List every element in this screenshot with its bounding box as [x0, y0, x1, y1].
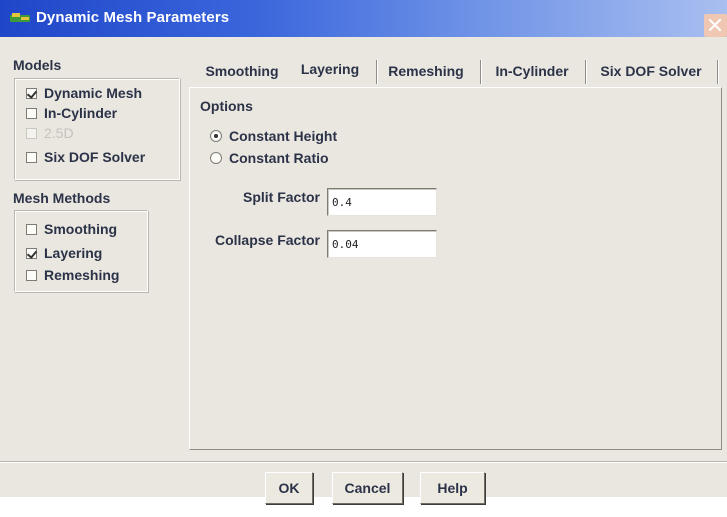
checkbox-label: Remeshing	[44, 267, 120, 283]
checkbox-box[interactable]	[26, 223, 37, 235]
split-factor-label: Split Factor	[242, 189, 320, 205]
checkbox-label: Six DOF Solver	[44, 149, 146, 165]
window-title: Dynamic Mesh Parameters	[36, 9, 230, 26]
checkbox-box[interactable]	[26, 87, 37, 99]
checkbox-label: Dynamic Mesh	[44, 85, 143, 101]
checkbox-box[interactable]	[26, 269, 37, 281]
title-bar[interactable]: Dynamic Mesh Parameters	[0, 0, 727, 37]
close-icon[interactable]	[704, 14, 727, 37]
checkbox-layering[interactable]: Layering	[26, 243, 102, 263]
help-button[interactable]: Help	[420, 472, 485, 504]
checkbox-box	[26, 127, 37, 139]
split-factor-input[interactable]	[327, 188, 437, 216]
options-label: Options	[200, 98, 253, 114]
checkbox-label: In-Cylinder	[44, 105, 118, 121]
mesh-methods-label: Mesh Methods	[13, 190, 111, 206]
collapse-factor-label: Collapse Factor	[214, 232, 320, 248]
checkbox-smoothing[interactable]: Smoothing	[26, 219, 117, 239]
tab-separator	[480, 60, 481, 84]
tab-separator	[585, 60, 586, 84]
cancel-button[interactable]: Cancel	[332, 472, 403, 504]
models-label: Models	[13, 57, 62, 73]
radio-label: Constant Ratio	[229, 150, 329, 166]
checkbox-label: Smoothing	[44, 221, 118, 237]
layering-panel: Options Constant Height Constant Ratio S…	[189, 87, 722, 450]
dynamic-mesh-dialog: Dynamic Mesh Parameters Models Dynamic M…	[0, 0, 727, 504]
background-margin	[0, 506, 727, 517]
footer-divider	[0, 461, 727, 462]
radio-constant-ratio[interactable]: Constant Ratio	[210, 148, 329, 168]
radio-label: Constant Height	[229, 128, 338, 144]
checkbox-box[interactable]	[26, 151, 37, 163]
mesh-methods-group: Smoothing Layering Remeshing	[14, 210, 148, 292]
checkbox-remeshing[interactable]: Remeshing	[26, 265, 119, 285]
tab-remeshing[interactable]: Remeshing	[380, 58, 472, 86]
radio-constant-height[interactable]: Constant Height	[210, 126, 337, 146]
tab-in-cylinder[interactable]: In-Cylinder	[484, 58, 580, 86]
checkbox-box[interactable]	[26, 107, 37, 119]
tab-smoothing[interactable]: Smoothing	[198, 58, 286, 86]
collapse-factor-input[interactable]	[327, 230, 437, 258]
checkbox-label: 2.5D	[44, 125, 74, 141]
models-group: Dynamic Mesh In-Cylinder 2.5D Six DOF So…	[14, 78, 180, 180]
checkbox-six-dof-solver[interactable]: Six DOF Solver	[26, 147, 145, 167]
tab-layering[interactable]: Layering	[292, 54, 368, 86]
radio-button[interactable]	[210, 152, 222, 164]
checkbox-2-5d: 2.5D	[26, 123, 74, 143]
checkbox-dynamic-mesh[interactable]: Dynamic Mesh	[26, 83, 142, 103]
ok-button[interactable]: OK	[265, 472, 313, 504]
app-icon	[10, 13, 30, 22]
checkbox-box[interactable]	[26, 247, 37, 259]
tab-separator	[717, 60, 718, 84]
checkbox-in-cylinder[interactable]: In-Cylinder	[26, 103, 117, 123]
checkbox-label: Layering	[44, 245, 103, 261]
radio-button[interactable]	[210, 130, 222, 142]
tab-six-dof-solver[interactable]: Six DOF Solver	[589, 58, 713, 86]
tab-separator	[376, 60, 377, 84]
